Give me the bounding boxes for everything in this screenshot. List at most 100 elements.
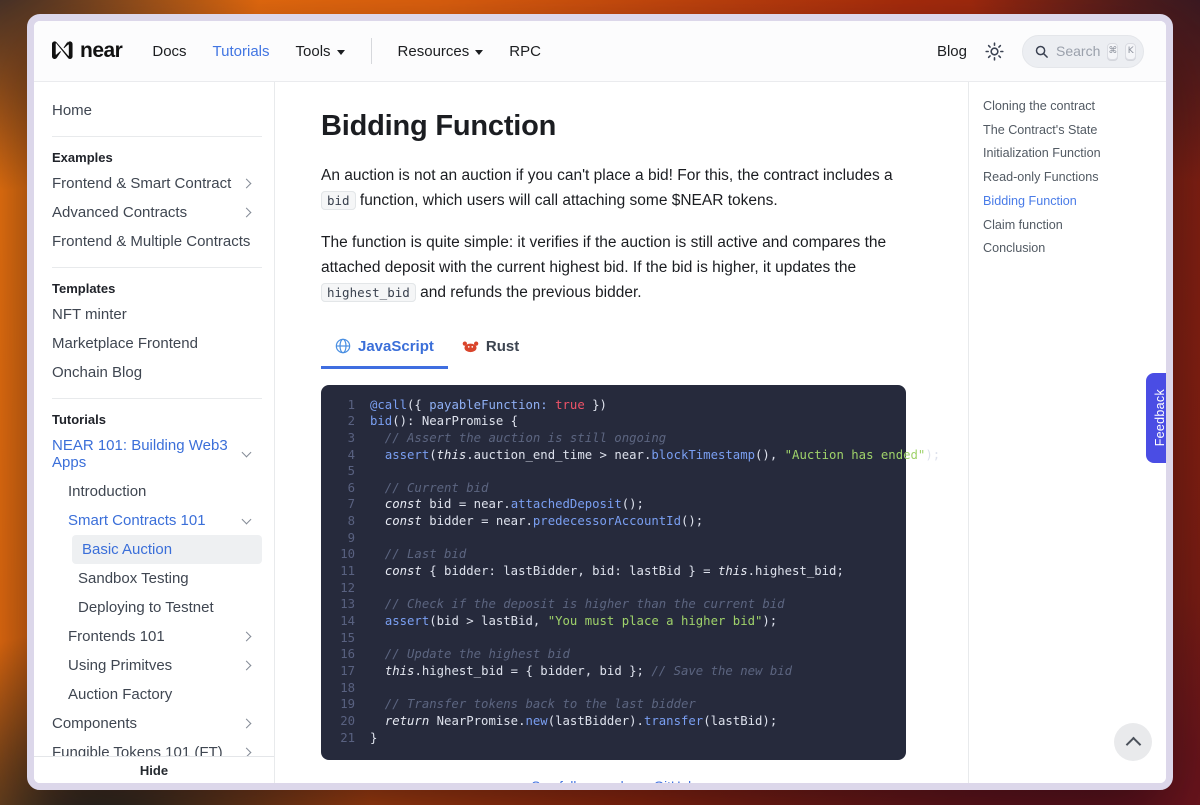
near-logo[interactable]: near	[52, 39, 122, 63]
sidebar-item-near-101-building-web3-apps[interactable]: NEAR 101: Building Web3 Apps	[52, 431, 262, 477]
line-number: 20	[331, 713, 355, 730]
code-text: const bidder = near.predecessorAccountId…	[370, 513, 703, 530]
line-number: 4	[331, 447, 355, 464]
toc-item-the-contract-s-state[interactable]: The Contract's State	[983, 124, 1156, 137]
sidebar-item-onchain-blog[interactable]: Onchain Blog	[52, 358, 262, 387]
sidebar-item-basic-auction[interactable]: Basic Auction	[72, 535, 262, 564]
sidebar-item-label: Sandbox Testing	[78, 570, 254, 587]
sidebar-item-components[interactable]: Components	[52, 709, 262, 738]
toc-item-bidding-function[interactable]: Bidding Function	[983, 195, 1156, 208]
code-text	[370, 580, 377, 597]
left-sidebar: Home Examples Frontend & Smart Contract Adv…	[34, 82, 275, 783]
sidebar-item-label: Components	[52, 715, 243, 732]
search-placeholder: Search	[1056, 43, 1100, 59]
code-text: // Assert the auction is still ongoing	[370, 430, 666, 447]
code-text: const bid = near.attachedDeposit();	[370, 496, 644, 513]
line-number: 2	[331, 413, 355, 430]
sidebar-item-label: Deploying to Testnet	[78, 599, 254, 616]
sidebar-item-label: NEAR 101: Building Web3 Apps	[52, 437, 243, 471]
code-text	[370, 630, 377, 647]
sidebar-item-label: Onchain Blog	[52, 364, 254, 381]
line-number: 1	[331, 397, 355, 414]
tab-label: Rust	[486, 338, 519, 355]
code-line: 2 bid(): NearPromise {	[331, 413, 892, 430]
code-text: // Last bid	[370, 546, 466, 563]
cmd-key-chip: ⌘	[1107, 43, 1118, 60]
sidebar-category-examples: Examples	[52, 150, 262, 165]
sidebar-item-introduction[interactable]: Introduction	[68, 477, 262, 506]
sidebar-item-frontends-101[interactable]: Frontends 101	[68, 622, 262, 651]
sidebar-item-smart-contracts-101[interactable]: Smart Contracts 101	[68, 506, 262, 535]
line-number: 21	[331, 730, 355, 747]
sidebar-item-marketplace-frontend[interactable]: Marketplace Frontend	[52, 329, 262, 358]
table-of-contents: Cloning the contract The Contract's State…	[968, 82, 1166, 783]
code-language-tabs: JavaScript Rust	[321, 332, 914, 369]
sidebar-item-nft-minter[interactable]: NFT minter	[52, 300, 262, 329]
code-line: 19 // Transfer tokens back to the last b…	[331, 696, 892, 713]
sidebar-item-using-primitves[interactable]: Using Primitves	[68, 651, 262, 680]
sidebar-category-tutorials: Tutorials	[52, 412, 262, 427]
sidebar-divider	[52, 267, 262, 268]
sidebar-item-advanced-contracts[interactable]: Advanced Contracts	[52, 198, 262, 227]
code-text	[370, 463, 377, 480]
paragraph: The function is quite simple: it verifie…	[321, 230, 914, 305]
sidebar-item-frontend-smart-contract[interactable]: Frontend & Smart Contract	[52, 169, 262, 198]
code-text: bid(): NearPromise {	[370, 413, 518, 430]
code-text: return NearPromise.new(lastBidder).trans…	[370, 713, 777, 730]
chevron-right-icon	[242, 632, 252, 642]
nav-link-rpc[interactable]: RPC	[509, 43, 541, 60]
tab-javascript[interactable]: JavaScript	[321, 332, 448, 369]
line-number: 19	[331, 696, 355, 713]
toc-item-initialization-function[interactable]: Initialization Function	[983, 147, 1156, 160]
sidebar-item-sandbox-testing[interactable]: Sandbox Testing	[78, 564, 262, 593]
code-block[interactable]: 1@call({ payableFunction: true })2bid():…	[321, 385, 906, 761]
sidebar-hide-button[interactable]: Hide	[34, 756, 274, 783]
line-number: 3	[331, 430, 355, 447]
near-logo-word: near	[80, 39, 122, 63]
top-navbar: near Docs Tutorials Tools Resources RPC Blog	[34, 21, 1166, 82]
chevron-up-icon	[1125, 737, 1141, 753]
k-key-chip: K	[1125, 43, 1136, 60]
code-text: // Current bid	[370, 480, 488, 497]
nav-link-docs[interactable]: Docs	[152, 43, 186, 60]
sidebar-divider	[52, 136, 262, 137]
sidebar-item-deploying-to-testnet[interactable]: Deploying to Testnet	[78, 593, 262, 622]
line-number: 5	[331, 463, 355, 480]
theme-toggle-sun-icon[interactable]	[985, 42, 1004, 61]
line-number: 18	[331, 680, 355, 697]
toc-item-conclusion[interactable]: Conclusion	[983, 242, 1156, 255]
github-example-link[interactable]: See full example on GitHub	[531, 779, 695, 783]
scroll-to-top-button[interactable]	[1114, 723, 1152, 761]
inline-code: highest_bid	[321, 283, 416, 302]
code-line: 16 // Update the highest bid	[331, 646, 892, 663]
feedback-button[interactable]: Feedback	[1146, 373, 1166, 463]
sidebar-category-templates: Templates	[52, 281, 262, 296]
sidebar-item-home[interactable]: Home	[52, 96, 262, 125]
nav-blog-link[interactable]: Blog	[937, 43, 967, 60]
tab-label: JavaScript	[358, 338, 434, 355]
line-number: 12	[331, 580, 355, 597]
browser-window: near Docs Tutorials Tools Resources RPC Blog	[27, 14, 1173, 790]
toc-item-read-only-functions[interactable]: Read-only Functions	[983, 171, 1156, 184]
code-text: // Transfer tokens back to the last bidd…	[370, 696, 696, 713]
nav-link-resources[interactable]: Resources	[398, 43, 484, 60]
line-number: 16	[331, 646, 355, 663]
nav-link-tools[interactable]: Tools	[296, 43, 345, 60]
sidebar-item-frontend-multiple-contracts[interactable]: Frontend & Multiple Contracts	[52, 227, 262, 256]
toc-item-cloning-the-contract[interactable]: Cloning the contract	[983, 100, 1156, 113]
search-input[interactable]: Search ⌘ K	[1022, 35, 1144, 68]
code-line: 14 assert(bid > lastBid, "You must place…	[331, 613, 892, 630]
chevron-down-icon	[242, 448, 252, 458]
chevron-right-icon	[242, 719, 252, 729]
paragraph: An auction is not an auction if you can'…	[321, 163, 914, 213]
tab-rust[interactable]: Rust	[448, 332, 533, 369]
caret-down-icon	[475, 50, 483, 55]
code-line: 11 const { bidder: lastBidder, bid: last…	[331, 563, 892, 580]
sidebar-item-auction-factory[interactable]: Auction Factory	[68, 680, 262, 709]
code-line: 18	[331, 680, 892, 697]
sidebar-item-label: Auction Factory	[68, 686, 254, 703]
toc-item-claim-function[interactable]: Claim function	[983, 219, 1156, 232]
nav-link-tutorials[interactable]: Tutorials	[213, 43, 270, 60]
sidebar-item-label: Frontend & Smart Contract	[52, 175, 243, 192]
line-number: 9	[331, 530, 355, 547]
